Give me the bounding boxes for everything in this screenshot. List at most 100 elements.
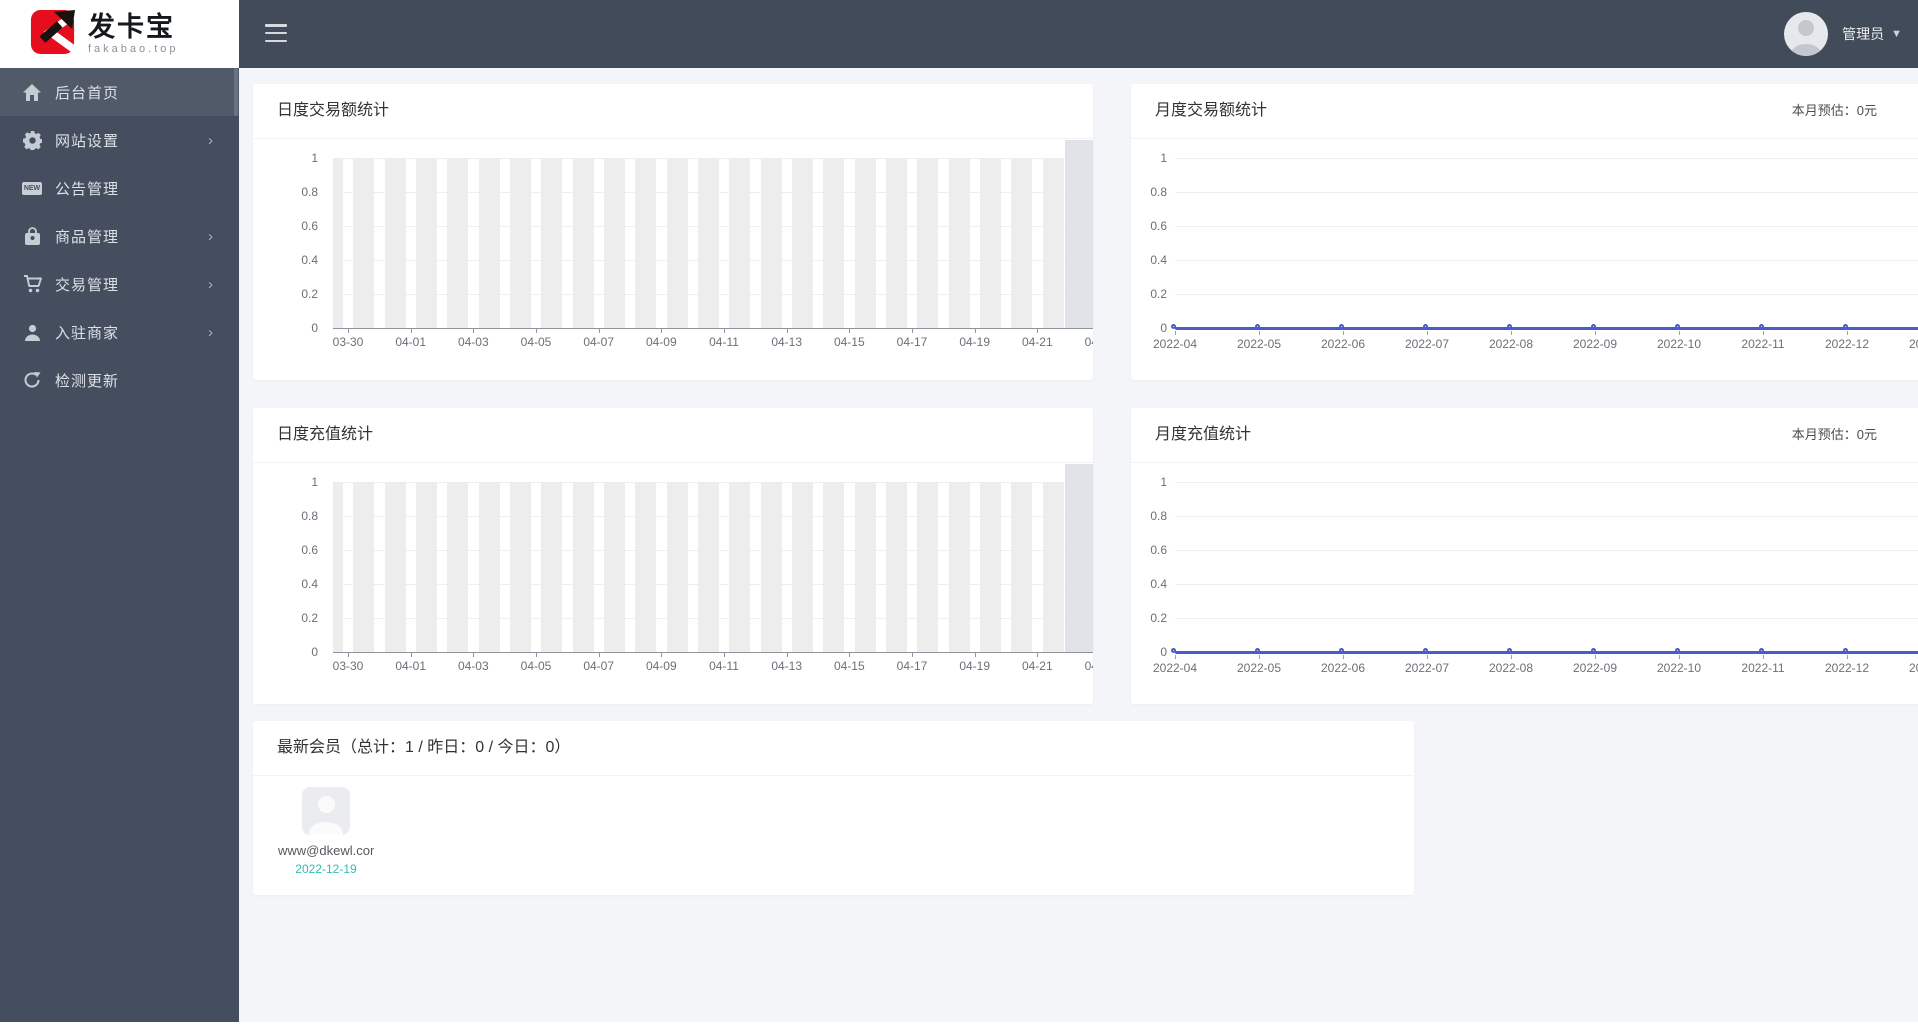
x-axis-tick [974,328,976,333]
x-axis-line [333,328,1093,329]
user-menu[interactable]: 管理员 ▼ [1784,0,1902,68]
gridline [1175,294,1918,295]
data-point-marker [1842,323,1848,329]
panel-monthly-recharge-chart: 月度充值统计 本月预估：0元 1 0.8 0.6 0.4 0.2 0 2022-04 2022… [1131,408,1918,704]
bar-stripe [948,158,970,328]
x-axis-tick-label: 2023-01 [1908,661,1918,675]
bar-stripe [447,482,469,652]
brand-name: 发卡宝 [88,12,175,42]
y-axis-tick-label: 0.2 [301,287,318,301]
x-axis-tick [1595,331,1596,335]
y-axis-tick-label: 0.2 [1150,611,1167,625]
divider [1131,462,1918,463]
sidebar-item-site-settings[interactable]: 网站设置 › [0,116,239,164]
x-axis-tick [1847,331,1848,335]
x-axis-tick [661,652,663,657]
y-axis-tick-label: 0.2 [301,611,318,625]
bar-stripe [917,158,939,328]
x-axis-tick-label: 04-13 [771,335,803,349]
x-axis-tick-label: 04-17 [896,659,928,673]
y-axis-tick-label: 1 [311,475,318,489]
x-axis-tick-label: 04-19 [959,335,991,349]
x-axis-tick [473,652,475,657]
bar-stripe [510,158,531,328]
x-axis-tick [786,328,788,333]
y-axis-tick-label: 0.4 [1150,577,1167,591]
sidebar-item-home[interactable]: 后台首页 [0,68,239,116]
x-axis-tick [1259,331,1260,335]
chevron-right-icon: › [208,131,213,149]
sidebar-item-transactions[interactable]: 交易管理 › [0,260,239,308]
x-axis-tick-label: 2022-06 [1320,661,1366,675]
bar-stripe [510,482,531,652]
user-avatar [1784,12,1829,56]
data-point-marker [1506,647,1512,653]
zero-value-line [1175,651,1918,654]
data-point-marker [1254,323,1260,329]
gridline [1175,584,1918,585]
x-axis-tick-label: 2022-12 [1824,337,1870,351]
x-axis-tick-label: 04-01 [395,659,427,673]
chevron-right-icon: › [208,323,213,341]
x-axis-tick-label: 03-30 [332,335,364,349]
bar-background-stripes [333,158,1093,328]
bar-stripe [333,482,343,652]
sidebar-scrollbar[interactable] [234,68,238,116]
x-axis-tick [1679,331,1680,335]
y-axis-tick-label: 0.8 [301,509,318,523]
x-axis-tick-label: 04-09 [645,335,677,349]
x-axis-tick-label: 04-05 [520,335,552,349]
member-avatar [302,787,350,835]
x-axis-tick [1343,331,1344,335]
x-axis-tick [1427,655,1428,659]
cart-icon [22,274,42,294]
y-axis-tick-label: 0.6 [301,219,318,233]
y-axis-tick-label: 0.4 [1150,253,1167,267]
x-axis-tick-label: 04-21 [1021,335,1053,349]
x-axis-tick [661,328,663,333]
x-axis-tick-label: 2022-06 [1320,337,1366,351]
data-point-marker [1842,647,1848,653]
y-axis-tick-label: 0 [311,321,318,335]
gridline [1175,192,1918,193]
x-axis-tick-label: 2022-09 [1572,337,1618,351]
y-axis-tick-label: 0.6 [1150,219,1167,233]
member-register-date: 2022-12-19 [295,862,357,876]
y-axis-tick-label: 1 [311,151,318,165]
sidebar-item-merchants[interactable]: 入驻商家 › [0,308,239,356]
bar-stripe [541,482,563,652]
sidebar-item-label: 网站设置 [55,132,120,150]
panel-daily-recharge-chart: 日度充值统计 1 0.8 0.6 0.4 0.2 0 03-30 04-01 04-03 04-0… [253,408,1093,704]
x-axis-tick-label: 04-07 [583,659,615,673]
bar-stripe [572,482,594,652]
sidebar-item-products[interactable]: 商品管理 › [0,212,239,260]
gridline [1175,260,1918,261]
bar-stripe [666,482,688,652]
x-axis-tick-label: 04-21 [1021,659,1053,673]
data-point-marker [1758,647,1764,653]
data-point-marker [1254,647,1260,653]
x-axis-tick [1763,655,1764,659]
sidebar-item-label: 后台首页 [55,84,120,102]
y-axis-tick-label: 0.8 [301,185,318,199]
bar-stripe [886,158,907,328]
bottom-strip [0,1022,1918,1028]
month-estimate-label: 本月预估：0元 [1791,427,1877,442]
menu-toggle-button[interactable] [265,24,287,42]
x-axis-tick [912,328,913,333]
data-point-marker [1170,323,1176,329]
x-axis-tick [849,652,851,657]
logo[interactable]: 发卡宝 fakabao.top [0,0,239,68]
bar-stripe [572,158,594,328]
bar-stripe [792,158,813,328]
sidebar-item-check-update[interactable]: 检测更新 [0,356,239,404]
month-estimate-label: 本月预估：0元 [1791,103,1877,118]
data-point-marker [1674,323,1680,329]
x-axis-tick-label: 04-01 [395,335,427,349]
x-axis-tick-label: 04-23 [1084,659,1093,673]
data-point-marker [1170,647,1176,653]
x-axis-tick [724,328,725,333]
bar-stripe [792,482,813,652]
bar-stripe [980,482,1001,652]
sidebar-item-announcements[interactable]: NEW 公告管理 [0,164,239,212]
